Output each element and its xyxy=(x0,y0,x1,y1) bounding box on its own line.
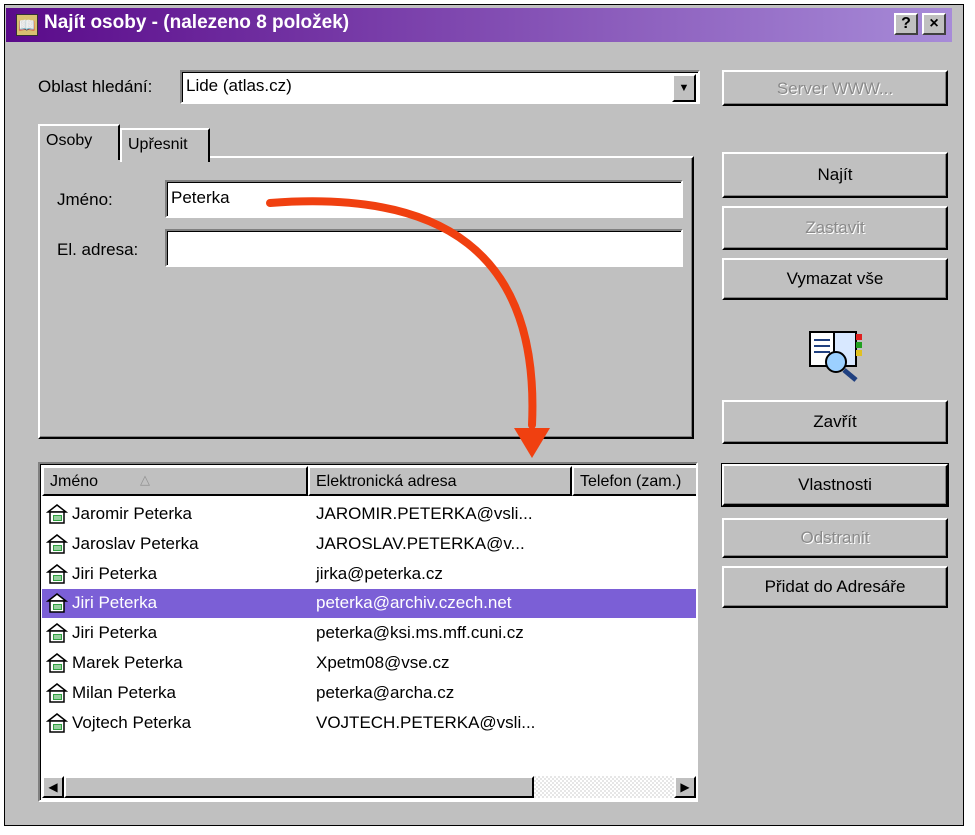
server-www-label: Server WWW... xyxy=(776,79,894,98)
find-label: Najít xyxy=(817,165,853,184)
contact-email: jirka@peterka.cz xyxy=(316,563,443,583)
column-header-email[interactable]: Elektronická adresa xyxy=(308,466,572,496)
contact-email: peterka@archiv.czech.net xyxy=(316,593,512,613)
contact-card-icon xyxy=(45,592,69,614)
chevron-down-icon[interactable]: ▼ xyxy=(672,74,696,102)
contact-name: Vojtech Peterka xyxy=(72,712,192,732)
scroll-thumb[interactable] xyxy=(64,776,534,798)
stop-button[interactable]: Zastavit xyxy=(722,206,948,250)
column-header-phone[interactable]: Telefon (zam.) xyxy=(572,466,696,496)
contact-name: Jiri Peterka xyxy=(72,593,158,613)
column-header-name-label: Jméno xyxy=(50,473,99,490)
contact-name: Jaroslav Peterka xyxy=(72,533,199,553)
help-button[interactable]: ? xyxy=(894,13,918,35)
contact-card-icon xyxy=(45,533,69,555)
tab-osoby-label: Osoby xyxy=(46,132,93,149)
list-item[interactable]: Milan Peterka peterka@archa.cz xyxy=(42,679,696,708)
list-item[interactable]: Jiri Peterka peterka@ksi.ms.mff.cuni.cz xyxy=(42,619,696,648)
list-item[interactable]: Marek Peterka Xpetm08@vse.cz xyxy=(42,649,696,678)
search-area-label-text: Oblast hledání: xyxy=(38,77,153,96)
list-item[interactable]: Jaromir Peterka JAROMIR.PETERKA@vsli... xyxy=(42,500,696,529)
stop-label: Zastavit xyxy=(805,218,865,237)
tab-osoby[interactable]: Osoby xyxy=(38,124,120,160)
contact-card-icon xyxy=(45,622,69,644)
contact-email: peterka@ksi.ms.mff.cuni.cz xyxy=(316,623,524,643)
contact-name: Marek Peterka xyxy=(72,653,183,672)
contact-name: Jiri Peterka xyxy=(72,563,158,583)
properties-label: Vlastnosti xyxy=(798,475,872,494)
search-book-icon xyxy=(809,331,862,382)
contact-name: Jaromir Peterka xyxy=(72,504,192,523)
list-item[interactable]: Vojtech Peterka VOJTECH.PETERKA@vsli... xyxy=(42,709,696,738)
list-item[interactable]: Jaroslav Peterka JAROSLAV.PETERKA@v... xyxy=(42,530,696,559)
email-label: El. adresa: xyxy=(57,240,139,259)
clear-all-label: Vymazat vše xyxy=(786,269,884,288)
clear-all-button[interactable]: Vymazat vše xyxy=(722,258,948,300)
column-header-name[interactable]: Jméno △ xyxy=(42,466,308,496)
contact-card-icon xyxy=(45,652,69,674)
tab-upresnit[interactable]: Upřesnit xyxy=(120,128,210,162)
list-item[interactable]: Jiri Peterka peterka@archiv.czech.net xyxy=(42,589,696,619)
name-field-value: Peterka xyxy=(171,188,230,207)
close-icon[interactable]: × xyxy=(922,13,946,35)
contact-email: Xpetm08@vse.cz xyxy=(316,653,450,672)
contact-card-icon xyxy=(45,563,69,585)
address-book-icon: 📖 xyxy=(16,14,38,36)
properties-button[interactable]: Vlastnosti xyxy=(721,463,949,507)
contact-card-icon xyxy=(45,712,69,734)
find-button[interactable]: Najít xyxy=(722,152,948,198)
remove-label: Odstranit xyxy=(800,528,870,547)
tab-upresnit-label: Upřesnit xyxy=(128,136,188,153)
column-header-phone-label: Telefon (zam.) xyxy=(580,473,682,490)
add-to-addressbook-label: Přidat do Adresáře xyxy=(764,577,906,596)
title-bar: 📖 Najít osoby - (nalezeno 8 položek) ? × xyxy=(6,8,952,42)
horizontal-scrollbar[interactable]: ◀ ▶ xyxy=(42,776,696,798)
sort-ascending-icon: △ xyxy=(140,472,150,487)
search-area-label: Oblast hledání: xyxy=(38,77,152,97)
scroll-right-icon[interactable]: ▶ xyxy=(674,776,696,798)
name-label: Jméno: xyxy=(57,190,113,209)
server-www-button[interactable]: Server WWW... xyxy=(722,70,948,106)
contact-email: JAROSLAV.PETERKA@v... xyxy=(316,533,525,553)
email-field[interactable] xyxy=(165,229,683,267)
contact-card-icon xyxy=(45,682,69,704)
close-label: Zavřít xyxy=(813,412,857,431)
close-button[interactable]: Zavřít xyxy=(722,400,948,444)
window-title: Najít osoby - (nalezeno 8 položek) xyxy=(44,12,350,33)
search-area-combo[interactable]: Lide (atlas.cz) ▼ xyxy=(180,70,700,104)
scroll-left-icon[interactable]: ◀ xyxy=(42,776,64,798)
remove-button[interactable]: Odstranit xyxy=(722,518,948,558)
contact-email: VOJTECH.PETERKA@vsli... xyxy=(316,712,536,732)
search-area-value: Lide (atlas.cz) xyxy=(186,76,292,95)
column-header-email-label: Elektronická adresa xyxy=(316,473,457,490)
contact-name: Jiri Peterka xyxy=(72,623,158,643)
results-list[interactable]: Jméno △ Elektronická adresa Telefon (zam… xyxy=(38,462,698,802)
contact-email: JAROMIR.PETERKA@vsli... xyxy=(316,504,533,523)
contact-name: Milan Peterka xyxy=(72,682,176,702)
list-item[interactable]: Jiri Peterka jirka@peterka.cz xyxy=(42,560,696,589)
contact-email: peterka@archa.cz xyxy=(316,682,455,702)
add-to-addressbook-button[interactable]: Přidat do Adresáře xyxy=(722,566,948,608)
name-field[interactable]: Peterka xyxy=(165,180,683,218)
contact-card-icon xyxy=(45,503,69,525)
